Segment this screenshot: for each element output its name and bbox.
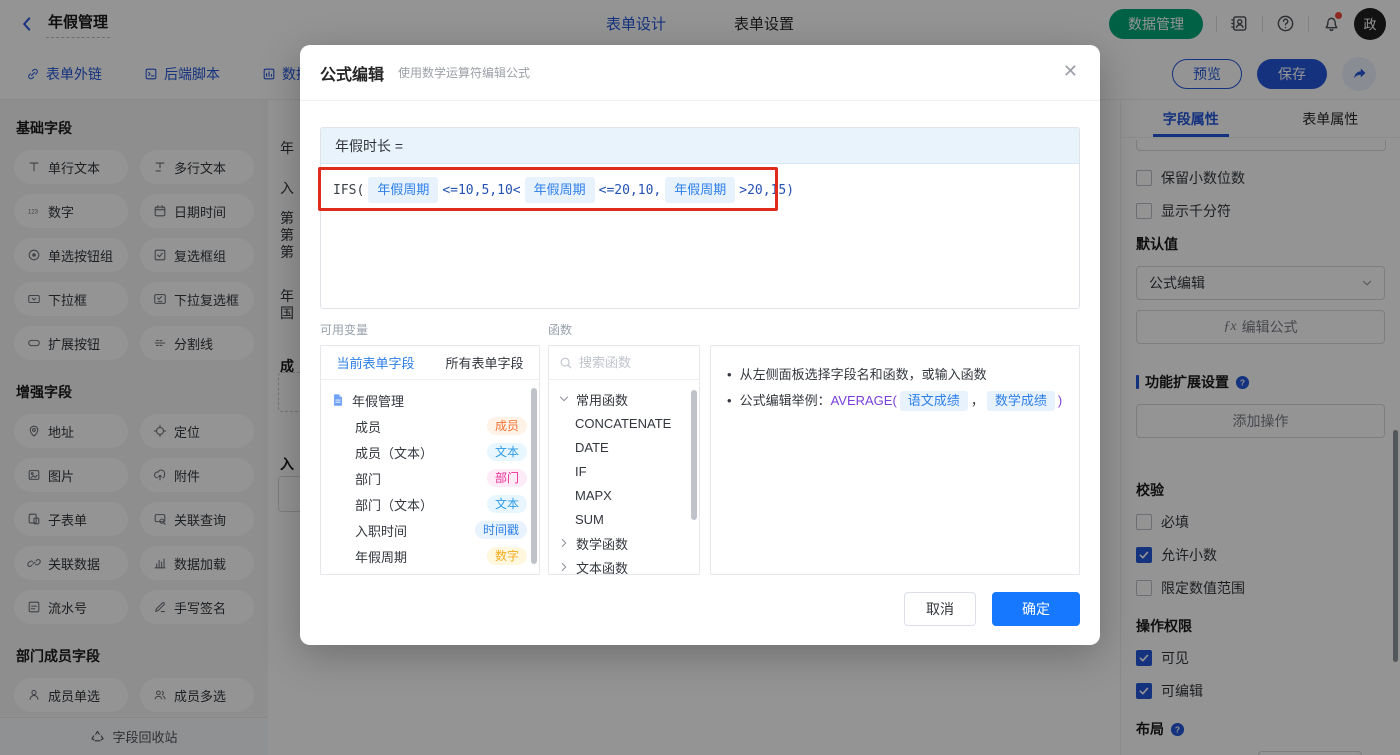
variable-type-badge: 文本: [486, 443, 527, 461]
variable-name: 部门（文本）: [355, 497, 434, 513]
tip-example-arg: 语文成绩: [899, 391, 968, 411]
caret-right-icon: [557, 560, 571, 574]
modal-title: 公式编辑: [320, 66, 385, 84]
function-item[interactable]: MAPX: [549, 483, 699, 507]
variable-name: 部门: [355, 471, 382, 487]
variable-type-badge: 部门: [486, 469, 527, 487]
formula-edit-modal: 公式编辑 使用数学运算符编辑公式 ✕ 年假时长 = IFS(年假周期 <=10,5…: [300, 45, 1100, 645]
formula-token: IFS(: [333, 183, 365, 198]
modal-subtitle: 使用数学运算符编辑公式: [398, 66, 531, 80]
modal-header: 公式编辑 使用数学运算符编辑公式 ✕: [300, 45, 1100, 101]
modal-footer: 取消 确定: [904, 592, 1080, 626]
form-doc-icon: [331, 393, 345, 407]
variable-type-badge: 时间戳: [474, 521, 527, 539]
form-designer-app: 年假管理 表单设计 表单设置 数据管理 政 表单外链后端脚本数据权限: [0, 0, 1400, 755]
function-item[interactable]: IF: [549, 459, 699, 483]
formula-variable-tag[interactable]: 年假周期: [665, 177, 736, 203]
variable-row[interactable]: 入职时间 时间戳: [321, 517, 539, 543]
function-search: [549, 346, 699, 380]
tip-text: 从左侧面板选择字段名和函数，或输入函数: [739, 367, 987, 382]
formula-token: >20,15): [739, 183, 795, 198]
bullet: •: [727, 367, 732, 382]
function-group[interactable]: 常用函数: [549, 387, 699, 411]
tip-example-prefix: 公式编辑举例：: [739, 393, 831, 408]
variables-root-label: 年假管理: [352, 393, 405, 409]
functions-scrollbar[interactable]: [691, 390, 697, 520]
formula-variable-tag[interactable]: 年假周期: [524, 177, 595, 203]
function-search-input[interactable]: [579, 355, 679, 370]
function-item[interactable]: CONCATENATE: [549, 411, 699, 435]
tip-line-1: • 从左侧面板选择字段名和函数，或输入函数: [727, 362, 1063, 388]
function-group[interactable]: 文本函数: [549, 555, 699, 575]
variable-row[interactable]: 成员（文本） 文本: [321, 439, 539, 465]
variables-scrollbar[interactable]: [531, 388, 537, 564]
function-group-label: 数学函数: [576, 536, 629, 552]
tip-example-function-open: AVERAGE(: [830, 393, 897, 408]
function-group-label: 常用函数: [576, 392, 629, 408]
function-item[interactable]: DATE: [549, 435, 699, 459]
variable-row[interactable]: 成员 成员: [321, 413, 539, 439]
variable-name: 成员（文本）: [355, 445, 434, 461]
variable-name: 成员: [355, 419, 382, 435]
variable-row[interactable]: 年假周期 数字: [321, 543, 539, 569]
formula-expression[interactable]: IFS(年假周期 <=10,5,10< 年假周期 <=20,10, 年假周期 >20,15…: [321, 164, 1079, 216]
variable-name: 年假周期: [355, 549, 408, 565]
bullet: •: [727, 393, 732, 408]
caret-down-icon: [557, 392, 571, 406]
caret-right-icon: [557, 536, 571, 550]
function-item[interactable]: SUM: [549, 507, 699, 531]
formula-variable-tag[interactable]: 年假周期: [368, 177, 439, 203]
formula-token: <=20,10,: [598, 183, 662, 198]
formula-token: <=10,5,10<: [442, 183, 521, 198]
function-group-label: 文本函数: [576, 560, 629, 575]
function-group[interactable]: 数学函数: [549, 531, 699, 555]
formula-editor: 年假时长 = IFS(年假周期 <=10,5,10< 年假周期 <=20,10, 年假周…: [320, 127, 1080, 309]
formula-result-label: 年假时长 =: [321, 128, 1079, 164]
formula-input-area[interactable]: IFS(年假周期 <=10,5,10< 年假周期 <=20,10, 年假周期 >20,15…: [321, 164, 1079, 308]
variable-row[interactable]: 部门 部门: [321, 465, 539, 491]
variables-label: 可用变量: [320, 323, 369, 337]
tip-example-separator: ，: [970, 393, 984, 408]
variables-panel: 当前表单字段 所有表单字段 年假管理 成员 成员 成员（文本） 文本 部门 部门 部门（文本…: [320, 345, 540, 575]
tip-example-function-close: ): [1057, 393, 1063, 408]
tip-line-2: • 公式编辑举例：AVERAGE(语文成绩，数学成绩): [727, 388, 1063, 414]
tip-example: 公式编辑举例：AVERAGE(语文成绩，数学成绩): [739, 388, 1063, 414]
close-icon[interactable]: ✕: [1063, 62, 1078, 80]
variables-tree-root[interactable]: 年假管理: [321, 387, 539, 413]
formula-tips-panel: • 从左侧面板选择字段名和函数，或输入函数 • 公式编辑举例：AVERAGE(语…: [710, 345, 1080, 575]
confirm-button[interactable]: 确定: [992, 592, 1080, 626]
tab-current-form-fields[interactable]: 当前表单字段: [336, 353, 414, 372]
variables-tabs: 当前表单字段 所有表单字段: [321, 346, 539, 380]
variable-type-badge: 数字: [486, 547, 527, 565]
functions-panel: 常用函数 CONCATENATEDATEIFMAPXSUM 数学函数文本函数: [548, 345, 700, 575]
functions-label: 函数: [548, 323, 573, 337]
variable-type-badge: 文本: [486, 495, 527, 513]
tip-example-arg: 数学成绩: [986, 391, 1055, 411]
tab-all-form-fields[interactable]: 所有表单字段: [445, 353, 523, 372]
variable-type-badge: 成员: [486, 417, 527, 435]
cancel-button[interactable]: 取消: [904, 592, 976, 626]
variable-row[interactable]: 部门（文本） 文本: [321, 491, 539, 517]
variable-name: 入职时间: [355, 523, 408, 539]
search-icon: [559, 356, 573, 370]
